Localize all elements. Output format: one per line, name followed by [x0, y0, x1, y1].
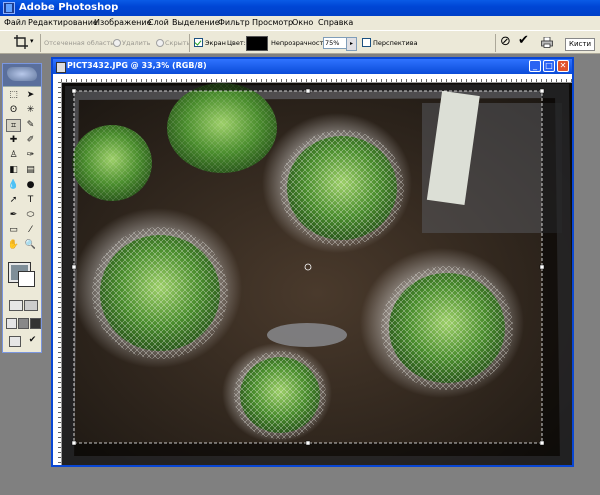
- delete-label: Удалить: [122, 39, 151, 47]
- adobe-feather-icon: [7, 67, 37, 81]
- dodge-tool-icon[interactable]: ●: [23, 179, 38, 192]
- lasso-tool-icon[interactable]: ʘ: [6, 104, 21, 117]
- full-screen-mode-icon[interactable]: [30, 318, 41, 329]
- menu-bar: Файл Редактирование Изображение Слой Выд…: [0, 16, 600, 30]
- toolbox-header: [3, 64, 41, 87]
- image-canvas[interactable]: [62, 83, 572, 465]
- horizontal-ruler[interactable]: [61, 74, 572, 83]
- menu-layer[interactable]: Слой: [148, 18, 169, 27]
- jump-to-icon[interactable]: ✔: [25, 334, 40, 347]
- screen-label: Экран: [205, 39, 226, 47]
- cactus-photo: [62, 83, 572, 465]
- toolbox: ⬚ ➤ ʘ ✳ ⌗ ✎ ✚ ✐ ♙ ✑ ◧ ▤ 💧 ● ➚ T ✒ ⬭ ▭ ⁄ …: [2, 63, 42, 353]
- history-brush-tool-icon[interactable]: ✑: [23, 149, 38, 162]
- hide-radio[interactable]: [156, 39, 164, 47]
- clone-stamp-tool-icon[interactable]: ♙: [6, 149, 21, 162]
- healing-brush-tool-icon[interactable]: ✚: [6, 134, 21, 147]
- hand-tool-icon[interactable]: ✋: [6, 239, 21, 252]
- separator: [189, 34, 190, 52]
- app-titlebar: Adobe Photoshop: [0, 0, 600, 16]
- close-button[interactable]: ✕: [557, 60, 569, 72]
- document-title: PICT3432.JPG @ 33,3% (RGB/8): [67, 61, 207, 70]
- tool-preset-arrow-icon[interactable]: ▾: [30, 37, 34, 45]
- opacity-arrow-icon[interactable]: ▸: [346, 37, 357, 51]
- crop-tool-icon[interactable]: [14, 35, 28, 49]
- brushes-palette-tab[interactable]: Кисти: [565, 38, 595, 51]
- notes-tool-icon[interactable]: ▭: [6, 224, 21, 237]
- crop-tool-button[interactable]: ⌗: [6, 119, 21, 132]
- screen-checkbox[interactable]: [194, 38, 203, 47]
- photoshop-icon: [3, 2, 15, 14]
- hide-label: Скрыть: [165, 39, 191, 47]
- opacity-label: Непрозрачность:: [271, 39, 330, 47]
- zoom-tool-icon[interactable]: 🔍: [23, 239, 38, 252]
- menu-edit[interactable]: Редактирование: [28, 18, 98, 27]
- separator: [40, 34, 41, 52]
- menu-file[interactable]: Файл: [4, 18, 26, 27]
- move-tool-icon[interactable]: ➤: [23, 89, 38, 102]
- opacity-field[interactable]: 75%: [323, 37, 348, 49]
- full-screen-menu-mode-icon[interactable]: [18, 318, 29, 329]
- menu-image[interactable]: Изображение: [94, 18, 152, 27]
- menu-help[interactable]: Справка: [318, 18, 353, 27]
- type-tool-icon[interactable]: T: [23, 194, 38, 207]
- background-color-swatch[interactable]: [18, 271, 35, 287]
- color-label: Цвет:: [227, 39, 246, 47]
- shape-tool-icon[interactable]: ⬭: [23, 209, 38, 222]
- document-window: PICT3432.JPG @ 33,3% (RGB/8) _ □ ✕: [51, 57, 574, 467]
- menu-view[interactable]: Просмотр: [252, 18, 293, 27]
- brush-tool-icon[interactable]: ✐: [23, 134, 38, 147]
- menu-select[interactable]: Выделение: [172, 18, 220, 27]
- document-titlebar[interactable]: PICT3432.JPG @ 33,3% (RGB/8) _ □ ✕: [53, 59, 572, 74]
- maximize-button[interactable]: □: [543, 60, 555, 72]
- shielded-area-label: Отсеченная область:: [44, 39, 117, 47]
- options-bar: ▾ Отсеченная область: Удалить Скрыть Экр…: [0, 30, 600, 54]
- perspective-label: Перспектива: [373, 39, 418, 47]
- blur-tool-icon[interactable]: 💧: [6, 179, 21, 192]
- eraser-tool-icon[interactable]: ◧: [6, 164, 21, 177]
- commit-crop-icon[interactable]: ✔: [518, 34, 530, 47]
- shield-color-swatch[interactable]: [246, 36, 268, 51]
- marquee-tool-icon[interactable]: ⬚: [6, 89, 21, 102]
- gradient-tool-icon[interactable]: ▤: [23, 164, 38, 177]
- pen-tool-icon[interactable]: ✒: [6, 209, 21, 222]
- vertical-ruler[interactable]: [53, 82, 62, 465]
- minimize-button[interactable]: _: [529, 60, 541, 72]
- magic-wand-tool-icon[interactable]: ✳: [23, 104, 38, 117]
- document-icon: [56, 62, 66, 73]
- standard-screen-mode-icon[interactable]: [6, 318, 17, 329]
- imageready-icon[interactable]: [9, 336, 21, 347]
- menu-filter[interactable]: Фильтр: [218, 18, 250, 27]
- separator: [495, 34, 496, 52]
- perspective-checkbox[interactable]: [362, 38, 371, 47]
- slice-tool-icon[interactable]: ✎: [23, 119, 38, 132]
- app-title: Adobe Photoshop: [19, 2, 119, 13]
- standard-mode-icon[interactable]: [9, 300, 23, 311]
- quick-mask-mode-icon[interactable]: [24, 300, 38, 311]
- cancel-crop-icon[interactable]: ⊘: [500, 35, 512, 48]
- menu-window[interactable]: Окно: [292, 18, 313, 27]
- eyedropper-tool-icon[interactable]: ⁄: [23, 224, 38, 237]
- path-selection-tool-icon[interactable]: ➚: [6, 194, 21, 207]
- delete-radio[interactable]: [113, 39, 121, 47]
- print-icon[interactable]: [541, 37, 553, 48]
